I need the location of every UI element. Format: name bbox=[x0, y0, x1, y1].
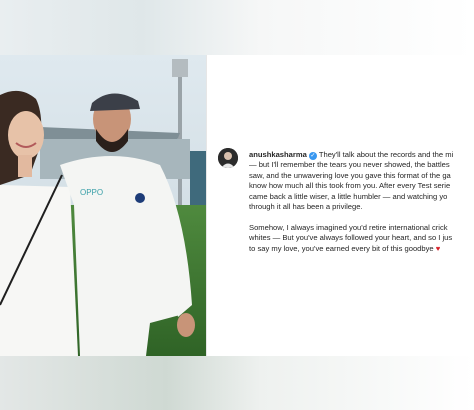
caption-line: Somehow, I always imagined you'd retire … bbox=[249, 223, 448, 233]
blurred-background-top bbox=[0, 0, 474, 55]
caption-line: through it all has been a privilege. bbox=[249, 202, 363, 212]
photo-illustration: OPPO bbox=[0, 55, 206, 356]
blurred-background-bottom bbox=[0, 356, 474, 410]
profile-avatar[interactable] bbox=[218, 148, 238, 168]
heart-icon: ♥ bbox=[435, 243, 441, 253]
caption-line: whites — But you've always followed your… bbox=[249, 233, 453, 243]
caption-line: to say my love, you've earned every bit … bbox=[249, 243, 434, 253]
svg-text:OPPO: OPPO bbox=[80, 188, 103, 197]
caption-line: know how much all this took from you. Af… bbox=[249, 181, 451, 191]
post-photo: OPPO bbox=[0, 55, 206, 356]
verified-badge-icon: ✓ bbox=[308, 152, 317, 160]
caption-line: saw, and the unwavering love you gave th… bbox=[249, 170, 451, 180]
caption-line: They'll talk about the records and the m… bbox=[318, 150, 454, 159]
caption-line: came back a little wiser, a little humbl… bbox=[249, 191, 448, 201]
panel-divider bbox=[206, 55, 207, 356]
avatar-image bbox=[218, 148, 238, 168]
caption-line: — but I'll remember the tears you never … bbox=[249, 160, 450, 170]
post-caption: anushkasharma ✓ They'll talk about the rec… bbox=[249, 150, 474, 254]
username-link[interactable]: anushkasharma bbox=[249, 150, 307, 159]
